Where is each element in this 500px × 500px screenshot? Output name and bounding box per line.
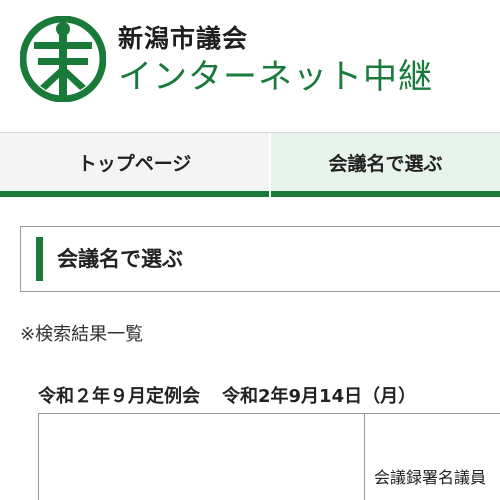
meeting-name: 令和２年９月定例会: [38, 386, 200, 407]
section-heading-box: 会議名で選ぶ: [20, 226, 500, 292]
site-title[interactable]: 新潟市議会 インターネット中継: [118, 24, 433, 98]
city-emblem-icon[interactable]: [20, 16, 106, 102]
table-cell-speaker[interactable]: 会議録署名議員: [374, 464, 486, 488]
main-nav: トップページ 会議名で選ぶ: [0, 133, 500, 197]
section-accent-bar: [36, 237, 43, 281]
section-title: 会議名で選ぶ: [57, 247, 183, 271]
nav-tab-top-page[interactable]: トップページ: [0, 133, 269, 197]
site-header: 新潟市議会 インターネット中継: [0, 0, 500, 132]
site-title-line1: 新潟市議会: [118, 24, 249, 53]
meeting-header: 令和２年９月定例会 令和2年9月14日（月）: [38, 382, 438, 408]
site-title-line2: インターネット中継: [118, 57, 433, 97]
nav-tab-by-meeting-name[interactable]: 会議名で選ぶ: [271, 133, 500, 197]
results-table: 会議録署名議員: [38, 413, 500, 500]
table-column-separator: [364, 414, 365, 500]
search-results-label: ※検索結果一覧: [20, 324, 144, 345]
meeting-date: 令和2年9月14日（月）: [222, 386, 417, 407]
